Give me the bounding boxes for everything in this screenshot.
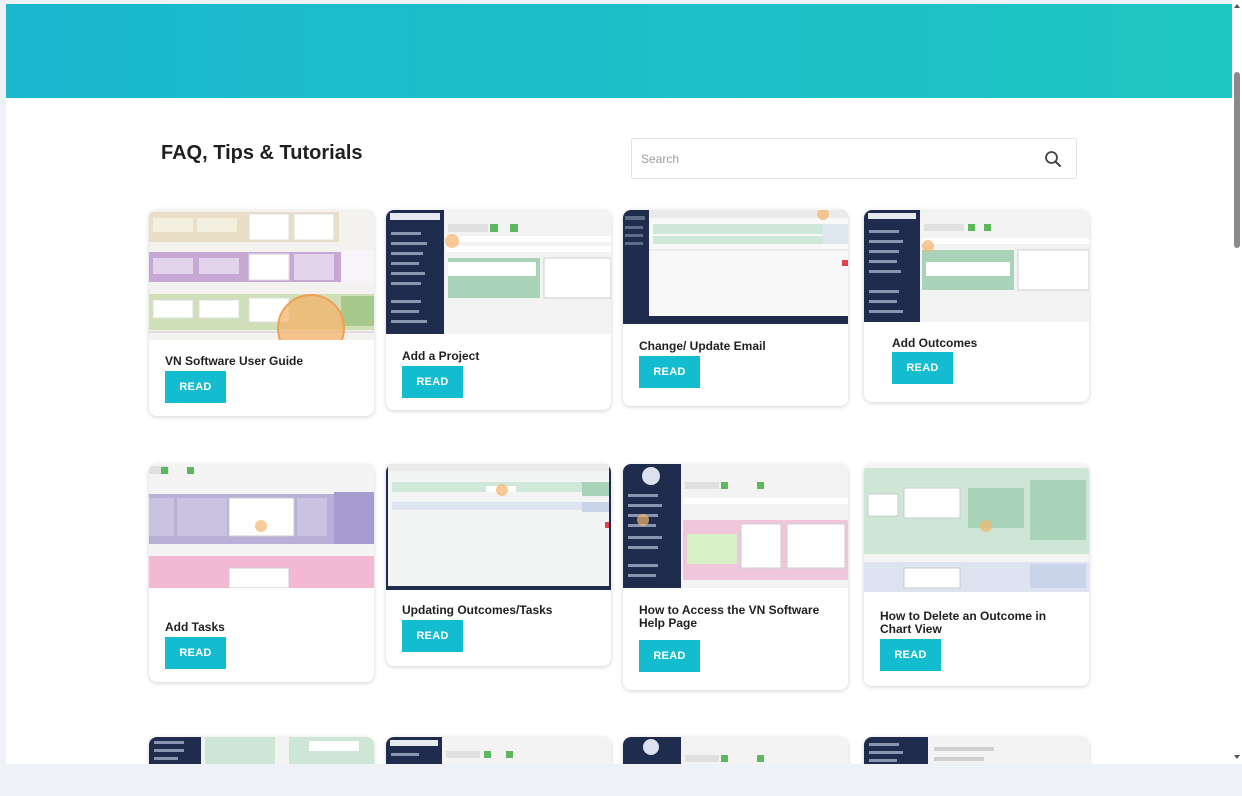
article-card[interactable]: VN Software User Guide READ bbox=[149, 210, 374, 416]
article-card[interactable]: Updating Outcomes/Tasks READ bbox=[386, 464, 611, 666]
article-thumbnail bbox=[386, 737, 611, 764]
article-title: VN Software User Guide bbox=[165, 354, 304, 368]
article-card[interactable]: How to Access the VN Software Help Page … bbox=[623, 464, 848, 690]
article-thumbnail bbox=[864, 210, 1089, 322]
footer-background bbox=[0, 764, 1242, 796]
search-input[interactable] bbox=[632, 139, 1032, 178]
article-title: Add Outcomes bbox=[892, 336, 978, 350]
article-title: Updating Outcomes/Tasks bbox=[402, 603, 553, 617]
read-button[interactable]: READ bbox=[402, 620, 463, 652]
read-button[interactable]: READ bbox=[892, 352, 953, 384]
article-card[interactable] bbox=[864, 737, 1089, 764]
scrollbar-thumb[interactable] bbox=[1234, 72, 1240, 248]
page-viewport: FAQ, Tips & Tutorials Search VN Software… bbox=[6, 4, 1232, 764]
search-icon[interactable] bbox=[1044, 150, 1062, 168]
article-thumbnail bbox=[149, 210, 374, 340]
article-thumbnail bbox=[864, 464, 1089, 592]
article-card[interactable]: Change/ Update Email READ bbox=[623, 210, 848, 406]
article-thumbnail bbox=[149, 737, 374, 764]
article-title: How to Delete an Outcome in Chart View bbox=[880, 609, 1047, 636]
article-card[interactable] bbox=[149, 737, 374, 764]
article-title: Change/ Update Email bbox=[639, 339, 766, 353]
read-button[interactable]: READ bbox=[639, 640, 700, 672]
article-thumbnail bbox=[623, 210, 848, 324]
page-scrollbar[interactable] bbox=[1232, 0, 1242, 764]
article-thumbnail bbox=[149, 464, 374, 588]
read-button[interactable]: READ bbox=[165, 637, 226, 669]
article-title: How to Access the VN Software Help Page bbox=[639, 603, 820, 630]
scroll-down-arrow-icon[interactable] bbox=[1234, 755, 1240, 759]
article-thumbnail bbox=[386, 464, 611, 590]
article-thumbnail bbox=[386, 210, 611, 334]
read-button[interactable]: READ bbox=[165, 371, 226, 403]
article-title: Add Tasks bbox=[165, 620, 225, 634]
article-card[interactable]: Add Tasks READ bbox=[149, 464, 374, 682]
article-thumbnail bbox=[623, 464, 848, 588]
article-card[interactable]: How to Delete an Outcome in Chart View R… bbox=[864, 464, 1089, 686]
article-title: Add a Project bbox=[402, 349, 480, 363]
article-card[interactable]: Add a Project READ bbox=[386, 210, 611, 410]
read-button[interactable]: READ bbox=[880, 639, 941, 671]
header-banner bbox=[6, 4, 1232, 98]
scroll-up-arrow-icon[interactable] bbox=[1234, 4, 1240, 8]
article-thumbnail bbox=[623, 737, 848, 764]
read-button[interactable]: READ bbox=[639, 356, 700, 388]
article-card[interactable] bbox=[386, 737, 611, 764]
article-card[interactable]: Add Outcomes READ bbox=[864, 210, 1089, 402]
read-button[interactable]: READ bbox=[402, 366, 463, 398]
search-box[interactable] bbox=[631, 138, 1077, 179]
page-title: FAQ, Tips & Tutorials bbox=[161, 142, 363, 164]
article-card[interactable] bbox=[623, 737, 848, 764]
article-thumbnail bbox=[864, 737, 1089, 764]
